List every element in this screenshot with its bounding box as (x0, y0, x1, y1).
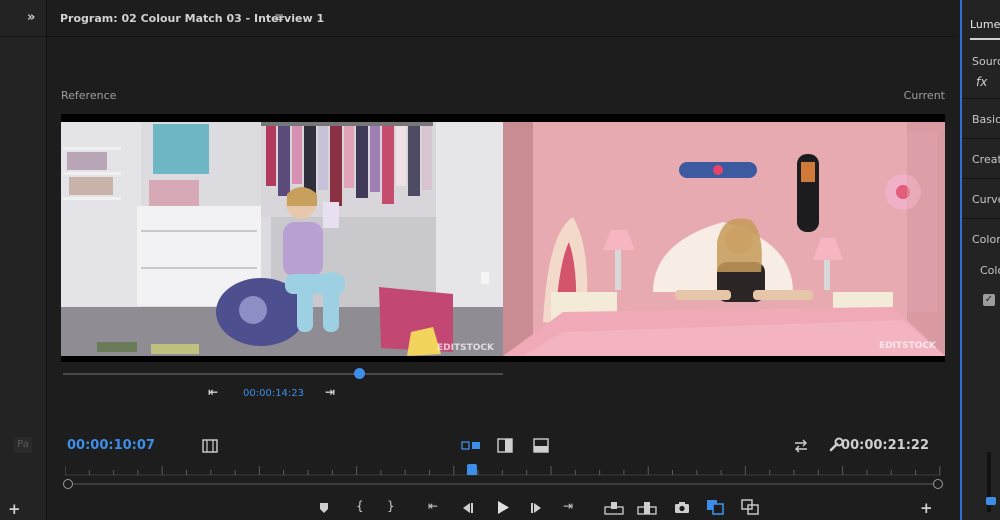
zoom-handle-right[interactable] (933, 479, 943, 489)
panel-menu-icon[interactable]: ≡ (274, 10, 284, 24)
reference-scrub-handle[interactable] (354, 368, 365, 379)
active-tab-indicator (970, 38, 1000, 40)
section-basic[interactable]: Basic (972, 113, 1000, 126)
reference-timecode[interactable]: 00:00:14:23 (243, 388, 304, 399)
left-add-button[interactable]: + (8, 500, 21, 518)
step-forward-icon[interactable] (531, 502, 543, 514)
reference-label: Reference (61, 89, 117, 102)
side-by-side-view-icon[interactable] (461, 440, 481, 452)
reference-go-to-out-icon[interactable]: ⇥ (325, 385, 335, 399)
program-monitor: Program: 02 Colour Match 03 - Interview … (47, 0, 958, 520)
separator (962, 138, 1000, 139)
watermark-current: EDITSTOCK (879, 341, 937, 351)
current-label: Current (903, 89, 945, 102)
horizontal-split-view-icon[interactable] (533, 438, 549, 453)
playhead[interactable] (467, 464, 477, 475)
video-frame[interactable]: EDITSTOCK EDITSTOCK (61, 114, 945, 362)
expand-panels-button[interactable]: » (27, 10, 43, 25)
export-frame-camera-icon[interactable] (674, 501, 690, 514)
watermark-reference: EDITSTOCK (437, 343, 495, 353)
monitor-header: Program: 02 Colour Match 03 - Interview … (47, 0, 958, 37)
duration-timecode: 00:00:21:22 (841, 438, 929, 453)
go-to-out-button[interactable]: ⇥ (563, 499, 573, 513)
comparison-view-checkbox[interactable]: ✓ (983, 294, 995, 306)
current-video-image[interactable]: EDITSTOCK (503, 122, 945, 356)
reference-go-to-in-icon[interactable]: ⇤ (208, 385, 218, 399)
separator (962, 178, 1000, 179)
fx-icon[interactable]: fx (976, 75, 987, 89)
multicam-icon[interactable] (741, 499, 759, 515)
section-creative[interactable]: Creati (972, 153, 1000, 166)
zoom-handle-left[interactable] (63, 479, 73, 489)
current-frame-illustration: EDITSTOCK (503, 122, 945, 356)
project-tab-stub[interactable]: Pa (14, 437, 32, 453)
lumetri-tab[interactable]: Lumetri (970, 18, 1000, 31)
monitor-title[interactable]: Program: 02 Colour Match 03 - Interview … (60, 12, 324, 25)
separator (962, 218, 1000, 219)
reference-video-image[interactable]: EDITSTOCK (61, 122, 503, 356)
separator (962, 98, 1000, 99)
vertical-split-view-icon[interactable] (497, 438, 513, 453)
mark-out-button[interactable]: } (387, 499, 395, 513)
panel-slider-handle[interactable] (986, 497, 996, 505)
reference-frame-illustration: EDITSTOCK (61, 122, 503, 356)
play-icon[interactable] (496, 500, 510, 515)
zoom-track[interactable] (67, 483, 939, 485)
overwrite-icon[interactable] (637, 501, 657, 515)
color-subsection-label: Colo (980, 264, 1000, 277)
section-color[interactable]: Color (972, 233, 1000, 246)
step-back-icon[interactable] (461, 502, 473, 514)
source-label: Source (972, 55, 1000, 68)
zoom-scroll-bar[interactable] (63, 479, 943, 489)
section-curves[interactable]: Curve (972, 193, 1000, 206)
clip-frame-icon[interactable] (202, 439, 218, 453)
mark-in-button[interactable]: { (356, 499, 364, 513)
button-editor-add[interactable]: + (920, 499, 933, 517)
comparison-view-icon[interactable] (706, 499, 724, 515)
time-ruler[interactable] (65, 462, 941, 476)
swap-sides-icon[interactable] (793, 439, 809, 453)
go-to-in-button[interactable]: ⇤ (428, 499, 438, 513)
lumetri-panel: Lumetri Source fx Basic Creati Curve Col… (960, 0, 1000, 520)
playhead-timecode[interactable]: 00:00:10:07 (67, 438, 155, 453)
left-panel: » Pa + (0, 0, 47, 520)
insert-icon[interactable] (604, 501, 624, 515)
reference-scrub-track[interactable] (63, 373, 503, 375)
add-marker-icon[interactable] (319, 502, 329, 514)
